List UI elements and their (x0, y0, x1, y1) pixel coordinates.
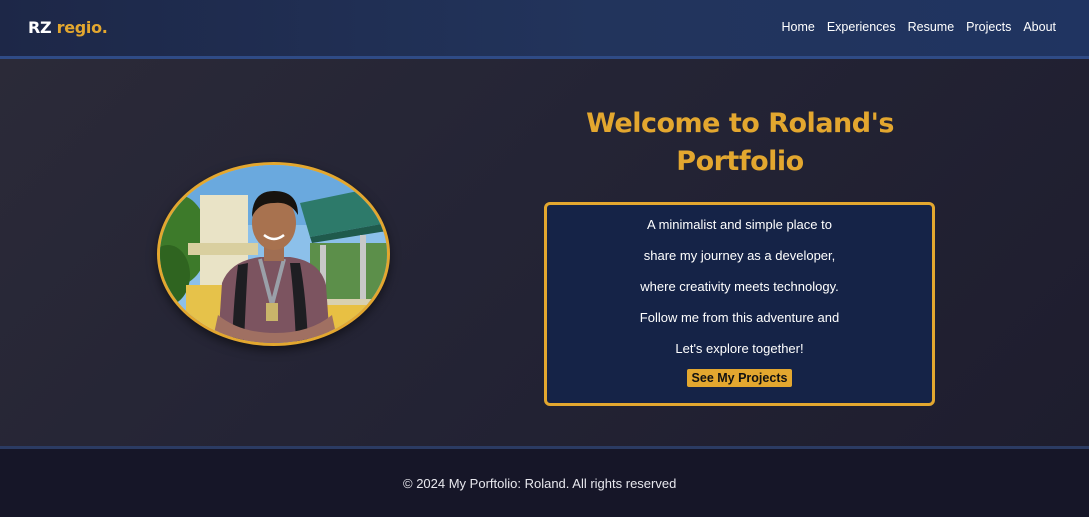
site-logo[interactable]: RZ regio. (28, 18, 108, 37)
profile-photo (157, 162, 390, 346)
hero-title-line2: Portfolio (676, 146, 804, 177)
navbar: RZ regio. Home Experiences Resume Projec… (0, 0, 1089, 59)
nav-experiences[interactable]: Experiences (827, 20, 896, 34)
intro-line: where creativity meets technology. (640, 279, 839, 294)
nav-about[interactable]: About (1023, 20, 1056, 34)
nav-resume[interactable]: Resume (908, 20, 955, 34)
intro-card: A minimalist and simple place to share m… (544, 202, 935, 406)
hero-section: Welcome to Roland's Portfolio A minimali… (0, 59, 1089, 449)
intro-text: A minimalist and simple place to share m… (547, 205, 932, 364)
footer-copyright: © 2024 My Porftolio: Roland. All rights … (403, 476, 677, 491)
page: RZ regio. Home Experiences Resume Projec… (0, 0, 1089, 517)
profile-photo-image (160, 165, 387, 343)
nav-home[interactable]: Home (781, 20, 814, 34)
logo-name: regio. (56, 18, 108, 37)
main-nav: Home Experiences Resume Projects About (781, 20, 1056, 34)
intro-line: Follow me from this adventure and (639, 310, 840, 325)
hero-title: Welcome to Roland's Portfolio (545, 105, 935, 181)
logo-initials: RZ (28, 18, 52, 37)
see-my-projects-button[interactable]: See My Projects (686, 369, 793, 387)
nav-projects[interactable]: Projects (966, 20, 1011, 34)
footer: © 2024 My Porftolio: Roland. All rights … (0, 449, 1089, 517)
intro-line: A minimalist and simple place to (647, 217, 832, 232)
intro-line: share my journey as a developer, (643, 248, 836, 263)
hero-title-line1: Welcome to Roland's (586, 108, 894, 139)
intro-line: Let's explore together! (675, 341, 804, 356)
